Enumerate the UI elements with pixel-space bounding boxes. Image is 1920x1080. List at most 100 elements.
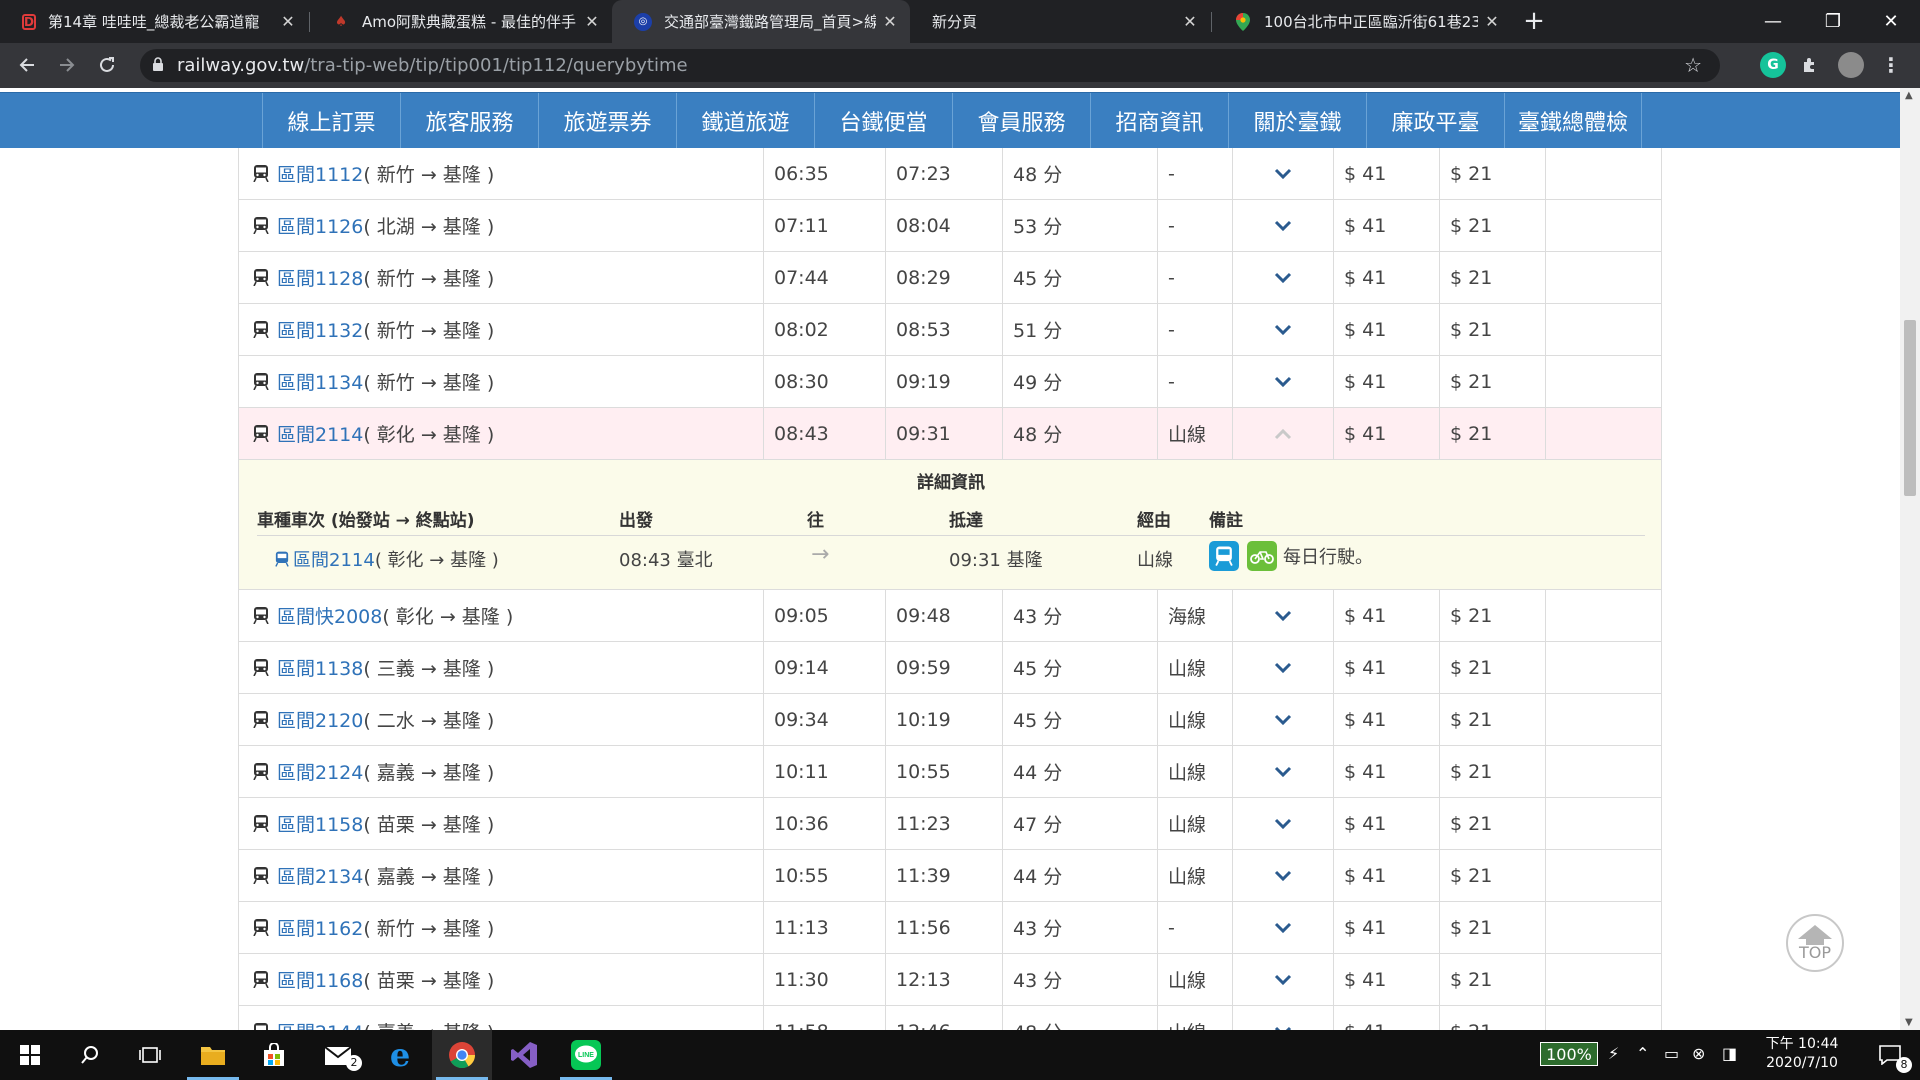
- nav-passenger-service[interactable]: 旅客服務: [400, 93, 538, 149]
- notification-center-button[interactable]: 8: [1860, 1030, 1920, 1080]
- action-cell[interactable]: [1545, 200, 1663, 251]
- train-number-link[interactable]: 區間2134: [277, 862, 363, 889]
- store-button[interactable]: [244, 1030, 304, 1080]
- expand-toggle[interactable]: [1232, 356, 1333, 407]
- train-row[interactable]: 區間1128( 新竹 → 基隆 ) 07:44 08:29 45 分 - $ 41 $ 21: [238, 252, 1662, 304]
- chevron-up-icon[interactable]: ⌃: [1636, 1044, 1649, 1063]
- train-row[interactable]: 區間1112( 新竹 → 基隆 ) 06:35 07:23 48 分 - $ 41 $ 21: [238, 148, 1662, 200]
- browser-tab-3-active[interactable]: ◎ 交通部臺灣鐵路管理局_首頁>線 ✕: [612, 0, 910, 43]
- train-row[interactable]: 區間1158( 苗栗 → 基隆 ) 10:36 11:23 47 分 山線 $ 41 $ 2…: [238, 798, 1662, 850]
- close-icon[interactable]: ✕: [882, 12, 898, 31]
- train-row[interactable]: 區間1134( 新竹 → 基隆 ) 08:30 09:19 49 分 - $ 41 $ 21: [238, 356, 1662, 408]
- chrome-button[interactable]: [432, 1030, 492, 1080]
- browser-tab-2[interactable]: ♠ Amo阿默典藏蛋糕 - 最佳的伴手 ✕: [310, 0, 612, 43]
- train-number-link[interactable]: 區間1134: [277, 368, 363, 395]
- back-button[interactable]: [12, 50, 42, 80]
- train-number-link[interactable]: 區間2120: [277, 706, 363, 733]
- train-row[interactable]: 區間1168( 苗栗 → 基隆 ) 11:30 12:13 43 分 山線 $ 41 $ 2…: [238, 954, 1662, 1006]
- action-cell[interactable]: [1545, 304, 1663, 355]
- train-row[interactable]: 區間1162( 新竹 → 基隆 ) 11:13 11:56 43 分 - $ 41 $ 21: [238, 902, 1662, 954]
- expand-toggle[interactable]: [1232, 798, 1333, 849]
- train-row[interactable]: 區間1132( 新竹 → 基隆 ) 08:02 08:53 51 分 - $ 41 $ 21: [238, 304, 1662, 356]
- expand-toggle[interactable]: [1232, 408, 1333, 459]
- bookmark-star-icon[interactable]: ☆: [1684, 53, 1702, 77]
- expand-toggle[interactable]: [1232, 850, 1333, 901]
- browser-tab-1[interactable]: D 第14章 哇哇哇_總裁老公霸道寵 ✕: [0, 0, 308, 43]
- reload-button[interactable]: [92, 50, 122, 80]
- close-icon[interactable]: ✕: [584, 12, 600, 31]
- action-cell[interactable]: [1545, 694, 1663, 745]
- line-app-button[interactable]: LINE: [556, 1030, 616, 1080]
- expand-toggle[interactable]: [1232, 746, 1333, 797]
- expand-toggle[interactable]: [1232, 304, 1333, 355]
- train-row[interactable]: 區間1126( 北湖 → 基隆 ) 07:11 08:04 53 分 - $ 41 $ 21: [238, 200, 1662, 252]
- file-explorer-button[interactable]: [183, 1030, 243, 1080]
- expand-toggle[interactable]: [1232, 148, 1333, 199]
- action-cell[interactable]: [1545, 252, 1663, 303]
- train-row[interactable]: 區間快2008( 彰化 → 基隆 ) 09:05 09:48 43 分 海線 $ 41 $ …: [238, 590, 1662, 642]
- windows-start-button[interactable]: [0, 1030, 60, 1080]
- train-row[interactable]: 區間2114( 彰化 → 基隆 ) 08:43 09:31 48 分 山線 $ 41 $ 2…: [238, 408, 1662, 460]
- new-tab-button[interactable]: +: [1520, 8, 1548, 36]
- train-number-link[interactable]: 區間2144: [277, 1018, 363, 1030]
- expand-toggle[interactable]: [1232, 200, 1333, 251]
- train-row[interactable]: 區間2134( 嘉義 → 基隆 ) 10:55 11:39 44 分 山線 $ 41 $ 2…: [238, 850, 1662, 902]
- train-number-link[interactable]: 區間1168: [277, 966, 363, 993]
- expand-toggle[interactable]: [1232, 1006, 1333, 1030]
- action-cell[interactable]: [1545, 408, 1663, 459]
- menu-kebab-icon[interactable]: ⋮: [1878, 52, 1904, 78]
- action-cell[interactable]: [1545, 1006, 1663, 1030]
- action-cell[interactable]: [1545, 902, 1663, 953]
- nav-online-booking[interactable]: 線上訂票: [262, 93, 400, 149]
- search-button[interactable]: [60, 1030, 120, 1080]
- browser-tab-4[interactable]: 新分頁 ✕: [910, 0, 1210, 43]
- expand-toggle[interactable]: [1232, 642, 1333, 693]
- train-number-link[interactable]: 區間2124: [277, 758, 363, 785]
- train-number-link[interactable]: 區間1162: [277, 914, 363, 941]
- train-number-link[interactable]: 區間1112: [277, 160, 363, 187]
- nav-rail-tourism[interactable]: 鐵道旅遊: [676, 93, 814, 149]
- action-cell[interactable]: [1545, 590, 1663, 641]
- train-number-link[interactable]: 區間2114: [277, 420, 363, 447]
- action-cell[interactable]: [1545, 954, 1663, 1005]
- mail-button[interactable]: 2: [308, 1030, 368, 1080]
- train-number-link[interactable]: 區間1128: [277, 264, 363, 291]
- action-cell[interactable]: [1545, 746, 1663, 797]
- action-cell[interactable]: [1545, 798, 1663, 849]
- train-number-link[interactable]: 區間1132: [277, 316, 363, 343]
- nav-integrity[interactable]: 廉政平臺: [1366, 93, 1504, 149]
- close-icon[interactable]: ✕: [1484, 12, 1500, 31]
- nav-member-service[interactable]: 會員服務: [952, 93, 1090, 149]
- back-to-top-button[interactable]: TOP: [1786, 914, 1844, 972]
- nav-about-tra[interactable]: 關於臺鐵: [1228, 93, 1366, 149]
- action-cell[interactable]: [1545, 148, 1663, 199]
- grammarly-extension-icon[interactable]: G: [1760, 52, 1786, 78]
- train-row[interactable]: 區間2144( 嘉義 → 基隆 ) 11:58 12:46 48 分 山線 $ 41 $ 2…: [238, 1006, 1662, 1030]
- action-cell[interactable]: [1545, 642, 1663, 693]
- train-row[interactable]: 區間2120( 二水 → 基隆 ) 09:34 10:19 45 分 山線 $ 41 $ 2…: [238, 694, 1662, 746]
- train-number-link[interactable]: 區間1126: [277, 212, 363, 239]
- expand-toggle[interactable]: [1232, 252, 1333, 303]
- extensions-puzzle-icon[interactable]: [1798, 52, 1824, 78]
- profile-avatar[interactable]: [1838, 52, 1864, 78]
- forward-button[interactable]: [52, 50, 82, 80]
- action-cell[interactable]: [1545, 850, 1663, 901]
- expand-toggle[interactable]: [1232, 590, 1333, 641]
- train-row[interactable]: 區間1138( 三義 → 基隆 ) 09:14 09:59 45 分 山線 $ 41 $ 2…: [238, 642, 1662, 694]
- nav-business-info[interactable]: 招商資訊: [1090, 93, 1228, 149]
- train-number-link[interactable]: 區間1158: [277, 810, 363, 837]
- system-clock[interactable]: 下午 10:44 2020/7/10: [1752, 1035, 1852, 1073]
- nav-travel-tickets[interactable]: 旅遊票券: [538, 93, 676, 149]
- minimize-button[interactable]: —: [1744, 0, 1802, 43]
- detail-train-link[interactable]: 區間2114: [293, 546, 375, 572]
- close-icon[interactable]: ✕: [1182, 12, 1198, 31]
- address-bar[interactable]: railway.gov.tw/tra-tip-web/tip/tip001/ti…: [140, 49, 1720, 82]
- train-row[interactable]: 區間2124( 嘉義 → 基隆 ) 10:11 10:55 44 分 山線 $ 41 $ 2…: [238, 746, 1662, 798]
- maximize-button[interactable]: ❐: [1804, 0, 1862, 43]
- ime-icon[interactable]: ◨: [1722, 1044, 1737, 1063]
- browser-tab-5[interactable]: 100台北市中正區臨沂街61巷23號 ✕: [1212, 0, 1512, 43]
- power-plug-icon[interactable]: ⚡: [1608, 1044, 1619, 1063]
- network-disconnected-icon[interactable]: ⊗: [1692, 1044, 1705, 1063]
- expand-toggle[interactable]: [1232, 902, 1333, 953]
- train-number-link[interactable]: 區間1138: [277, 654, 363, 681]
